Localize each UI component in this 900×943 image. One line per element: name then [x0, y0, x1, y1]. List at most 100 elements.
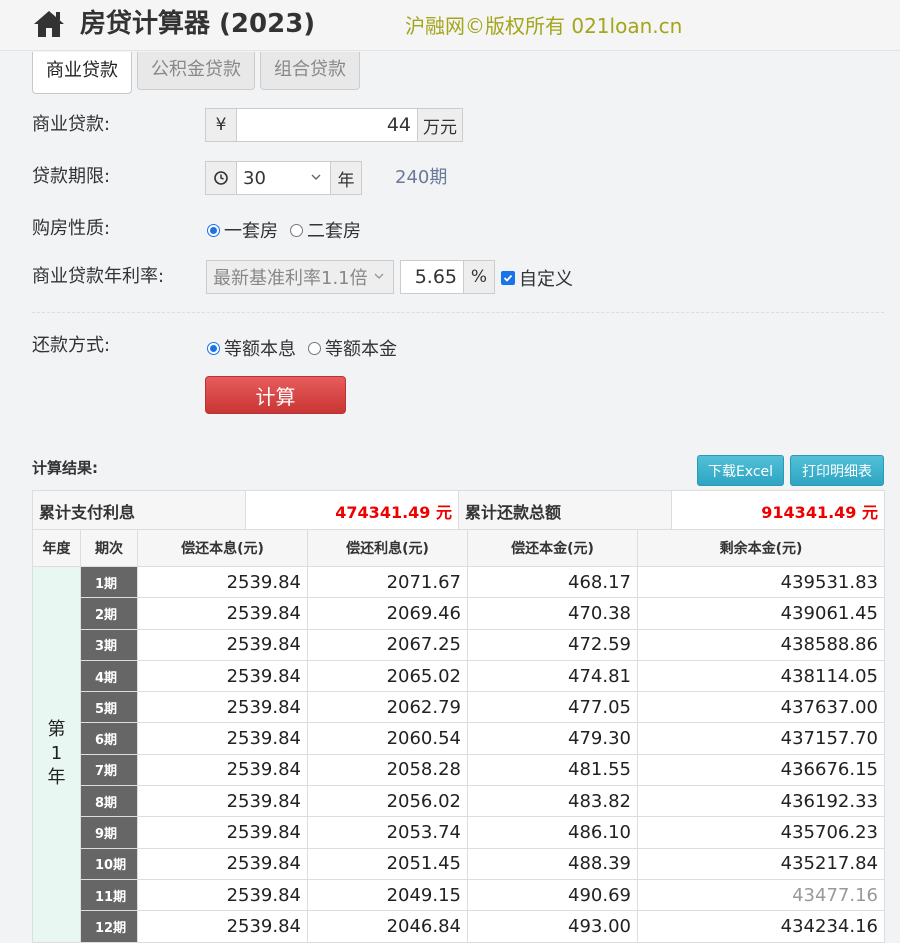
chevron-down-icon: [374, 273, 384, 279]
total-repay-label: 累计还款总额: [458, 490, 672, 531]
term-label: 贷款期限:: [32, 166, 111, 187]
amount-label: 商业贷款:: [32, 114, 111, 135]
calculate-button[interactable]: 计算: [205, 376, 346, 414]
repay-label: 还款方式:: [32, 335, 111, 356]
tab-provident-fund-loan[interactable]: 公积金贷款: [137, 52, 255, 90]
interest-cell: 2060.54: [307, 722, 468, 755]
period-cell: 1期: [80, 565, 138, 599]
print-detail-button[interactable]: 打印明细表: [790, 455, 884, 486]
period-cell: 6期: [80, 722, 138, 755]
principal-cell: 472.59: [467, 628, 638, 661]
table-row: 5期 2539.84 2062.79 477.05 437637.00: [33, 691, 885, 724]
chevron-down-icon: [311, 174, 321, 180]
rate-input-group: 5.65 %: [400, 260, 495, 294]
page-title: 房贷计算器 (2023): [80, 9, 316, 39]
interest-cell: 2056.02: [307, 785, 468, 818]
principal-cell: 474.81: [467, 659, 638, 693]
radio-equal-installment-label[interactable]: 等额本息: [224, 335, 296, 361]
copyright-text: 沪融网©版权所有 021loan.cn: [405, 14, 683, 38]
principal-cell: 470.38: [467, 597, 638, 630]
col-payment: 偿还本息(元): [137, 529, 308, 567]
term-select-value: 30: [243, 167, 266, 189]
app-header: 房贷计算器 (2023) 沪融网©版权所有 021loan.cn: [0, 0, 900, 51]
term-periods: 240期: [395, 167, 448, 188]
remaining-cell: 437637.00: [637, 691, 885, 724]
period-cell: 9期: [80, 816, 138, 849]
col-year: 年度: [32, 529, 81, 567]
term-select[interactable]: 30: [237, 161, 331, 195]
table-row: 2期 2539.84 2069.46 470.38 439061.45: [33, 597, 885, 630]
tab-combined-loan[interactable]: 组合贷款: [260, 52, 360, 90]
period-cell: 11期: [80, 878, 138, 912]
term-unit: 年: [331, 161, 362, 195]
currency-addon: ¥: [205, 108, 237, 142]
remaining-cell: 438588.86: [637, 628, 885, 661]
remaining-cell: 43477.16: [637, 878, 885, 912]
interest-cell: 2067.25: [307, 628, 468, 661]
year-label-part: 年: [47, 767, 66, 789]
payment-cell: 2539.84: [137, 753, 308, 787]
total-repay-value: 914341.49 元: [671, 490, 885, 531]
check-icon: [503, 274, 513, 282]
col-period: 期次: [80, 529, 138, 567]
year-cell: 第1年: [32, 566, 81, 943]
term-input-group: 30 年: [205, 161, 362, 195]
payment-cell: 2539.84: [137, 659, 308, 693]
period-cell: 10期: [80, 847, 138, 880]
period-cell: 5期: [80, 691, 138, 724]
table-row: 4期 2539.84 2065.02 474.81 438114.05: [33, 659, 885, 693]
custom-rate-label[interactable]: 自定义: [519, 265, 573, 291]
repay-radio-group: 等额本息 等额本金: [207, 335, 397, 361]
rate-select[interactable]: 最新基准利率1.1倍: [206, 260, 394, 294]
principal-cell: 483.82: [467, 785, 638, 818]
period-cell: 8期: [80, 785, 138, 818]
radio-first-home-label[interactable]: 一套房: [224, 217, 278, 243]
payment-cell: 2539.84: [137, 910, 308, 943]
custom-rate-checkbox[interactable]: [501, 271, 515, 285]
principal-cell: 490.69: [467, 878, 638, 912]
table-row: 8期 2539.84 2056.02 483.82 436192.33: [33, 785, 885, 818]
table-row: 10期 2539.84 2051.45 488.39 435217.84: [33, 847, 885, 880]
payment-cell: 2539.84: [137, 565, 308, 599]
radio-equal-installment[interactable]: [207, 341, 220, 355]
total-interest-label: 累计支付利息: [32, 490, 246, 531]
rate-input[interactable]: 5.65: [400, 260, 463, 294]
radio-first-home[interactable]: [207, 223, 220, 237]
principal-cell: 481.55: [467, 753, 638, 787]
table-row: 3期 2539.84 2067.25 472.59 438588.86: [33, 628, 885, 661]
period-cell: 7期: [80, 753, 138, 787]
principal-cell: 493.00: [467, 910, 638, 943]
period-cell: 12期: [80, 910, 138, 943]
table-header-row: 年度 期次 偿还本息(元) 偿还利息(元) 偿还本金(元) 剩余本金(元): [32, 529, 885, 567]
tab-commercial-loan[interactable]: 商业贷款: [32, 52, 132, 94]
radio-second-home-label[interactable]: 二套房: [307, 217, 361, 243]
interest-cell: 2069.46: [307, 597, 468, 630]
year-label-part: 1: [50, 743, 63, 765]
rate-label: 商业贷款年利率:: [32, 266, 165, 287]
table-row: 12期 2539.84 2046.84 493.00 434234.16: [33, 910, 885, 943]
principal-cell: 486.10: [467, 816, 638, 849]
radio-second-home[interactable]: [290, 223, 303, 237]
interest-cell: 2065.02: [307, 659, 468, 693]
radio-equal-principal-label[interactable]: 等额本金: [325, 335, 397, 361]
remaining-cell: 434234.16: [637, 910, 885, 943]
rate-unit: %: [463, 260, 495, 294]
payment-cell: 2539.84: [137, 628, 308, 661]
amount-input[interactable]: 44: [237, 108, 417, 142]
form-divider: [32, 312, 884, 313]
interest-cell: 2071.67: [307, 565, 468, 599]
interest-cell: 2058.28: [307, 753, 468, 787]
remaining-cell: 439061.45: [637, 597, 885, 630]
property-label: 购房性质:: [32, 218, 111, 239]
period-cell: 4期: [80, 659, 138, 693]
principal-cell: 468.17: [467, 565, 638, 599]
amount-input-group: ¥ 44 万元: [205, 108, 463, 142]
radio-equal-principal[interactable]: [308, 341, 321, 355]
home-icon[interactable]: [32, 8, 66, 40]
payment-cell: 2539.84: [137, 878, 308, 912]
custom-rate-checkbox-group: 自定义: [501, 265, 573, 291]
download-excel-button[interactable]: 下载Excel: [697, 455, 784, 486]
year-label-part: 第: [47, 719, 66, 741]
remaining-cell: 436192.33: [637, 785, 885, 818]
remaining-cell: 435217.84: [637, 847, 885, 880]
